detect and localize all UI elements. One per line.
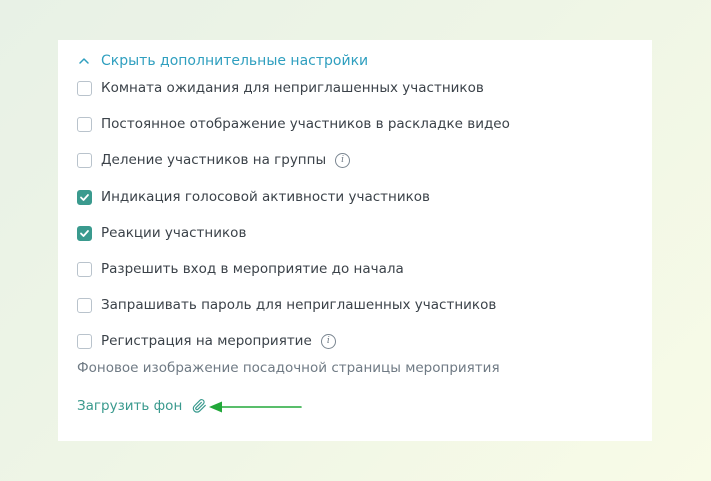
checkbox[interactable]	[77, 80, 92, 96]
checkbox[interactable]	[77, 225, 92, 241]
info-icon[interactable]: i	[320, 333, 336, 349]
info-icon[interactable]: i	[335, 152, 351, 168]
option-voice-activity[interactable]: Индикация голосовой активности участнико…	[77, 187, 430, 207]
paperclip-icon	[193, 399, 207, 413]
hide-advanced-settings-toggle[interactable]: Скрыть дополнительные настройки	[77, 52, 368, 70]
upload-label: Загрузить фон	[77, 398, 183, 414]
option-label: Комната ожидания для неприглашенных учас…	[101, 80, 484, 96]
option-label: Постоянное отображение участников в раск…	[101, 116, 510, 132]
option-early-entry[interactable]: Разрешить вход в мероприятие до начала	[77, 259, 404, 279]
settings-panel: Скрыть дополнительные настройки Комната …	[58, 40, 652, 441]
check-icon	[80, 193, 89, 201]
option-label: Деление участников на группы	[101, 152, 327, 168]
checkbox[interactable]	[77, 297, 92, 313]
check-icon	[80, 229, 89, 237]
option-label: Запрашивать пароль для неприглашенных уч…	[101, 297, 497, 313]
option-reactions[interactable]: Реакции участников	[77, 223, 246, 243]
checkbox[interactable]	[77, 152, 92, 168]
option-breakout-groups[interactable]: Деление участников на группы i	[77, 150, 351, 170]
checkbox[interactable]	[77, 261, 92, 277]
option-password[interactable]: Запрашивать пароль для неприглашенных уч…	[77, 295, 496, 315]
option-registration[interactable]: Регистрация на мероприятие i	[77, 331, 336, 351]
checkbox[interactable]	[77, 116, 92, 132]
option-label: Регистрация на мероприятие	[101, 333, 312, 349]
chevron-up-icon	[79, 58, 89, 64]
checkbox[interactable]	[77, 333, 92, 349]
option-label: Индикация голосовой активности участнико…	[101, 189, 430, 205]
option-persistent-display[interactable]: Постоянное отображение участников в раск…	[77, 114, 510, 134]
option-label: Реакции участников	[101, 225, 247, 241]
option-waiting-room[interactable]: Комната ожидания для неприглашенных учас…	[77, 78, 484, 98]
upload-background-button[interactable]: Загрузить фон	[77, 396, 207, 416]
option-label: Разрешить вход в мероприятие до начала	[101, 261, 404, 277]
annotation-arrow-icon	[209, 401, 302, 413]
background-image-title: Фоновое изображение посадочной страницы …	[77, 360, 500, 376]
toggle-label: Скрыть дополнительные настройки	[101, 53, 369, 69]
checkbox[interactable]	[77, 189, 92, 205]
